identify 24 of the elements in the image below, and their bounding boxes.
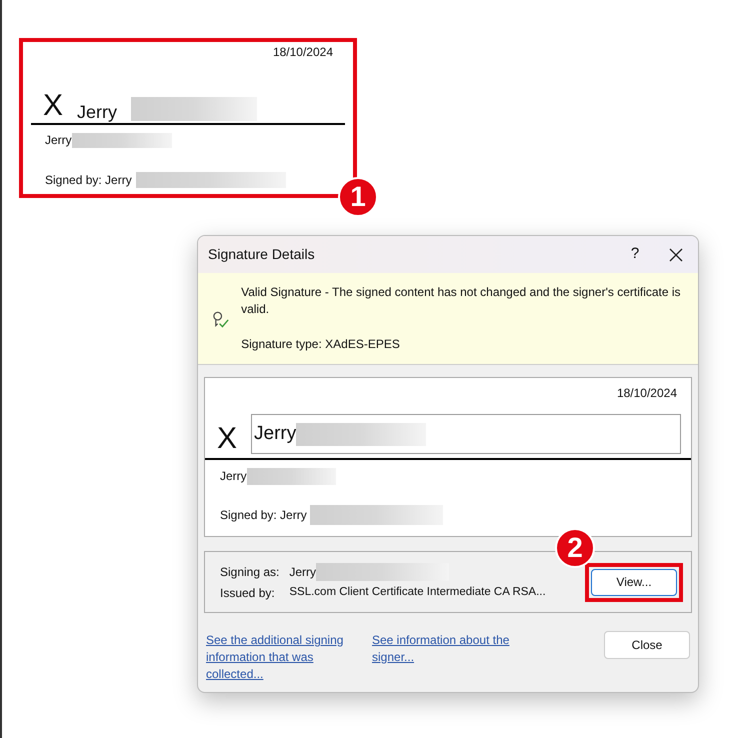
signature-date: 18/10/2024: [616, 385, 677, 402]
issued-by-label: Issued by:: [220, 584, 276, 602]
view-button[interactable]: View...: [591, 568, 677, 596]
callout-badge: 1: [338, 177, 378, 217]
signature-type: Signature type: XAdES-EPES: [241, 336, 401, 353]
signer-name: Jerry: [77, 103, 118, 121]
signer-info-link[interactable]: See information about the signer...: [372, 632, 517, 666]
signer-name-field[interactable]: Jerry: [251, 414, 681, 454]
signing-as-value: Jerry: [289, 564, 316, 580]
signature-date: 18/10/2024: [272, 44, 333, 61]
printed-name: Jerry: [45, 132, 72, 149]
issued-by-value: SSL.com Client Certificate Intermediate CA RSA...: [289, 584, 547, 600]
signature-x-mark: X: [43, 91, 64, 121]
help-button[interactable]: ?: [620, 243, 650, 266]
dialog-title: Signature Details: [208, 245, 316, 264]
close-button[interactable]: Close: [604, 631, 690, 659]
signing-as-label: Signing as:: [220, 564, 280, 580]
additional-info-link[interactable]: See the additional signing information that was collected...: [206, 632, 366, 683]
signed-by-text: Signed by: Jerry: [220, 507, 307, 524]
signed-by-text: Signed by: Jerry: [45, 172, 132, 189]
printed-name: Jerry: [220, 468, 247, 485]
signature-x-mark: X: [217, 424, 238, 454]
certificate-check-icon: [212, 310, 230, 328]
validation-status: Valid Signature - The signed content has not changed and the signer's certificate is valid.: [241, 284, 682, 318]
